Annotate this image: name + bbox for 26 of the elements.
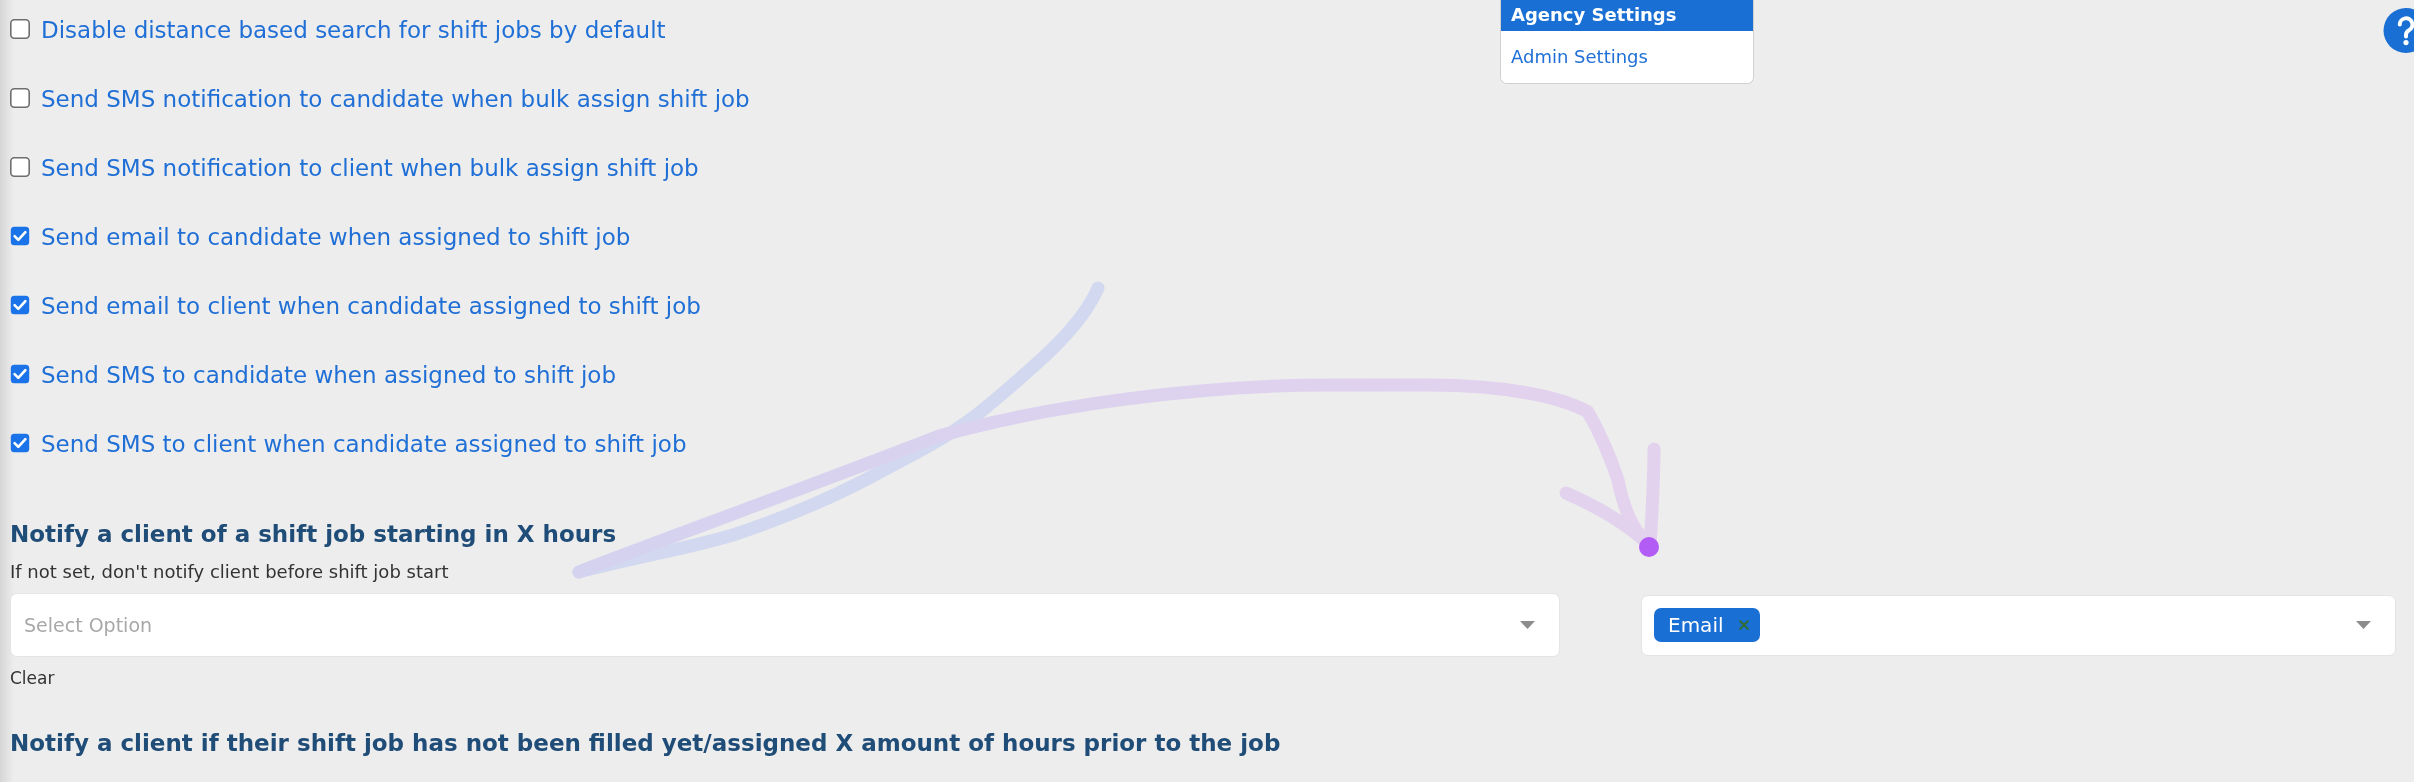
- option-label[interactable]: Disable distance based search for shift jobs by default: [41, 16, 666, 44]
- checkbox[interactable]: [10, 157, 30, 177]
- checkbox[interactable]: [10, 433, 30, 453]
- option-label[interactable]: Send SMS notification to client when bulk assign shift job: [41, 154, 699, 182]
- option-label[interactable]: Send SMS to client when candidate assigned to shift job: [41, 430, 687, 458]
- selected-tag[interactable]: Email: [1654, 608, 1760, 642]
- checkbox[interactable]: [10, 295, 30, 315]
- clear-link[interactable]: Clear: [10, 668, 55, 688]
- checkbox[interactable]: [10, 88, 30, 108]
- checkbox[interactable]: [10, 226, 30, 246]
- channel-select[interactable]: Email: [1641, 594, 2396, 656]
- menu-item[interactable]: Agency Settings: [1501, 0, 1753, 31]
- option-label[interactable]: Send SMS notification to candidate when bulk assign shift job: [41, 85, 750, 113]
- help-icon[interactable]: [2383, 8, 2414, 53]
- option-label[interactable]: Send SMS to candidate when assigned to shift job: [41, 361, 617, 389]
- checkbox[interactable]: [10, 19, 30, 39]
- section-heading: Notify a client of a shift job starting in X hours: [10, 520, 617, 548]
- checkbox[interactable]: [10, 364, 30, 384]
- option-label[interactable]: Send email to client when candidate assigned to shift job: [41, 292, 701, 320]
- option-label[interactable]: Send email to candidate when assigned to shift job: [41, 223, 631, 251]
- caret-icon: [1520, 621, 1535, 629]
- dot-icon: [1639, 537, 1659, 557]
- hours-select[interactable]: Select Option: [10, 593, 1560, 657]
- caret-icon: [2356, 621, 2371, 629]
- hint-text: If not set, don't notify client before shift job start: [10, 562, 449, 582]
- section-heading: Notify a client if their shift job has not been filled yet/assigned X amount of hours prior to the job: [10, 729, 1281, 757]
